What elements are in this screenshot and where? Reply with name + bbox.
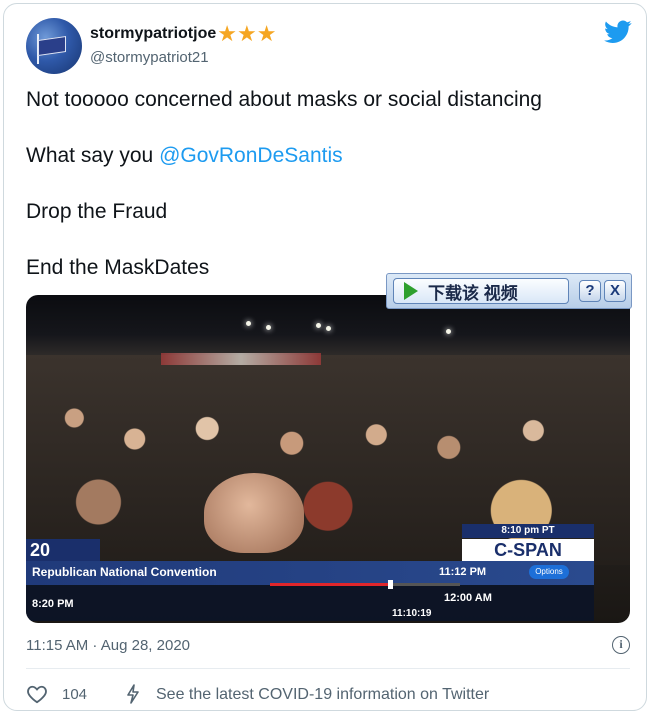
flag-icon: [38, 36, 66, 56]
tweet-text-line-3: Drop the Fraud: [26, 200, 168, 223]
clock-top: 11:12 PM: [439, 566, 487, 578]
name-row[interactable]: stormypatriotjoe ★★★: [90, 21, 277, 46]
event-title: Republican National Convention: [32, 565, 217, 579]
tweet-text-line-1: Not tooooo concerned about masks or soci…: [26, 88, 542, 111]
tweet-text-prefix: What say you: [26, 144, 160, 167]
options-button[interactable]: Options: [529, 565, 569, 579]
tweet-timestamp[interactable]: 11:15 AM · Aug 28, 2020: [26, 637, 190, 654]
mention-link[interactable]: @GovRonDeSantis: [159, 144, 343, 167]
heart-icon[interactable]: [26, 684, 48, 704]
flag-banner: [161, 353, 321, 365]
download-video-label: 下载该 视频: [428, 283, 518, 303]
divider: [26, 668, 630, 669]
covid-info-link[interactable]: See the latest COVID-19 information on T…: [156, 686, 489, 704]
help-button[interactable]: ?: [579, 280, 601, 302]
clock-current: 11:10:19: [392, 608, 432, 619]
display-name[interactable]: stormypatriotjoe: [90, 25, 216, 43]
stage-light: [326, 326, 331, 331]
audience-head: [204, 473, 304, 553]
clock-left: 8:20 PM: [32, 598, 74, 610]
star-icons: ★★★: [217, 21, 277, 46]
stage-light: [266, 325, 271, 330]
avatar[interactable]: [26, 18, 82, 74]
lightning-icon: [127, 684, 139, 704]
user-handle[interactable]: @stormypatriot21: [90, 49, 209, 66]
clock-right: 12:00 AM: [444, 592, 492, 604]
stage-light: [316, 323, 321, 328]
tweet-text-line-2: What say you @GovRonDeSantis: [26, 144, 343, 168]
video-download-toolbar: 下载该 视频 ? X: [386, 273, 632, 309]
stage-light: [246, 321, 251, 326]
tweet-text-line-4: End the MaskDates: [26, 256, 210, 279]
scrubber-track[interactable]: [26, 585, 594, 621]
like-count[interactable]: 104: [62, 686, 87, 703]
download-video-button[interactable]: 下载该 视频: [393, 278, 569, 304]
tweet-card: stormypatriotjoe ★★★ @stormypatriot21 No…: [3, 3, 647, 711]
network-badge: 20: [26, 539, 100, 561]
info-icon[interactable]: i: [612, 636, 630, 654]
scrubber-progress: [270, 583, 390, 586]
scrubber-handle[interactable]: [388, 580, 393, 589]
play-icon: [404, 282, 418, 300]
close-button[interactable]: X: [604, 280, 626, 302]
stage-light: [446, 329, 451, 334]
video-media[interactable]: 20 8:10 pm PT C-SPAN Republican National…: [26, 295, 630, 623]
cspan-logo: C-SPAN: [462, 539, 594, 561]
cspan-time: 8:10 pm PT: [462, 524, 594, 538]
twitter-bird-icon[interactable]: [604, 20, 632, 44]
